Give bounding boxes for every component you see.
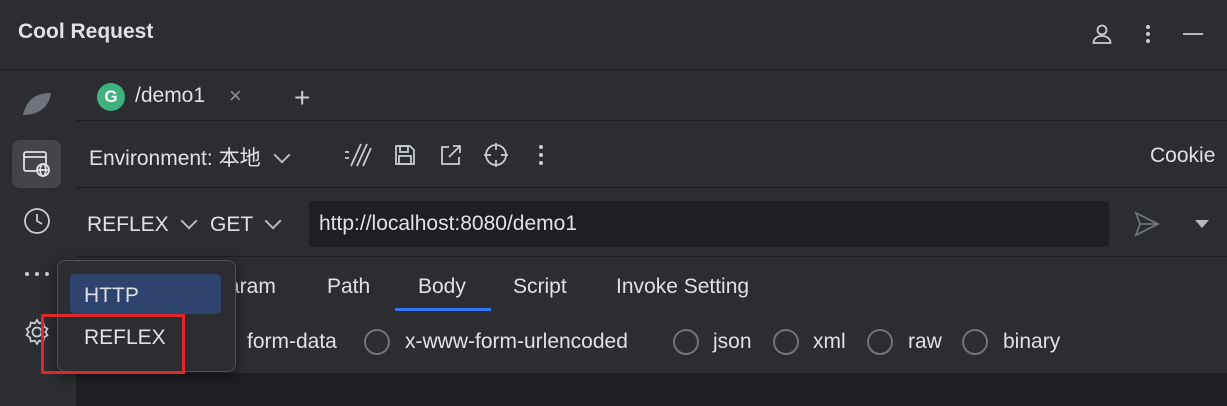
api-browser-icon[interactable] (12, 140, 61, 188)
menu-item-http-label: HTTP (84, 284, 139, 307)
more-vertical-icon[interactable] (1133, 18, 1163, 50)
user-icon[interactable] (1087, 18, 1117, 50)
environment-value: 本地 (218, 147, 261, 170)
url-value: http://localhost:8080/demo1 (319, 212, 578, 235)
environment-label: Environment: (89, 147, 213, 170)
save-icon[interactable] (390, 140, 420, 170)
url-input[interactable]: http://localhost:8080/demo1 (309, 201, 1109, 247)
mode-value: REFLEX (87, 213, 169, 236)
history-clock-icon[interactable] (12, 197, 61, 245)
target-crosshair-icon[interactable] (481, 140, 511, 170)
active-tab-indicator (395, 308, 491, 311)
send-options-dropdown-icon[interactable] (1195, 220, 1209, 228)
radio-label-x-www-form-urlencoded[interactable]: x-www-form-urlencoded (405, 330, 628, 354)
tab-demo1[interactable]: /demo1 (135, 84, 205, 108)
chevron-down-icon (273, 146, 291, 164)
tab-strip (76, 70, 1227, 121)
chevron-down-icon (264, 212, 282, 230)
mode-select[interactable]: REFLEX (87, 212, 198, 237)
chevron-down-icon (180, 212, 198, 230)
get-method-badge: G (97, 83, 125, 111)
radio-binary[interactable] (962, 329, 988, 355)
radio-label-json[interactable]: json (713, 330, 752, 354)
script-slash-icon[interactable] (343, 140, 373, 170)
radio-label-form-data[interactable]: form-data (247, 330, 337, 354)
tab-invoke-setting[interactable]: Invoke Setting (616, 275, 749, 299)
more-horizontal-icon[interactable] (12, 250, 61, 298)
radio-json[interactable] (673, 329, 699, 355)
app-title: Cool Request (18, 20, 154, 43)
export-icon[interactable] (436, 140, 466, 170)
method-select[interactable]: GET (210, 212, 282, 237)
minimize-icon[interactable] (1178, 18, 1208, 50)
close-icon[interactable]: × (229, 83, 242, 109)
radio-label-raw[interactable]: raw (908, 330, 942, 354)
menu-item-http[interactable]: HTTP (70, 274, 221, 314)
tab-path[interactable]: Path (327, 275, 370, 299)
send-icon[interactable] (1133, 210, 1161, 238)
radio-label-xml[interactable]: xml (813, 330, 846, 354)
add-tab-button[interactable]: + (294, 84, 310, 112)
radio-x-www-form-urlencoded[interactable] (364, 329, 390, 355)
radio-label-binary[interactable]: binary (1003, 330, 1060, 354)
more-vertical-icon[interactable] (526, 140, 556, 170)
environment-selector[interactable]: Environment: 本地 (89, 142, 291, 172)
tab-script[interactable]: Script (513, 275, 567, 299)
radio-raw[interactable] (867, 329, 893, 355)
method-value: GET (210, 213, 253, 236)
highlight-box (41, 314, 185, 374)
cookie-button[interactable]: Cookie (1150, 144, 1215, 168)
radio-xml[interactable] (773, 329, 799, 355)
spring-leaf-icon[interactable] (12, 80, 61, 128)
title-bar (0, 0, 1227, 70)
tab-body[interactable]: Body (418, 275, 466, 299)
